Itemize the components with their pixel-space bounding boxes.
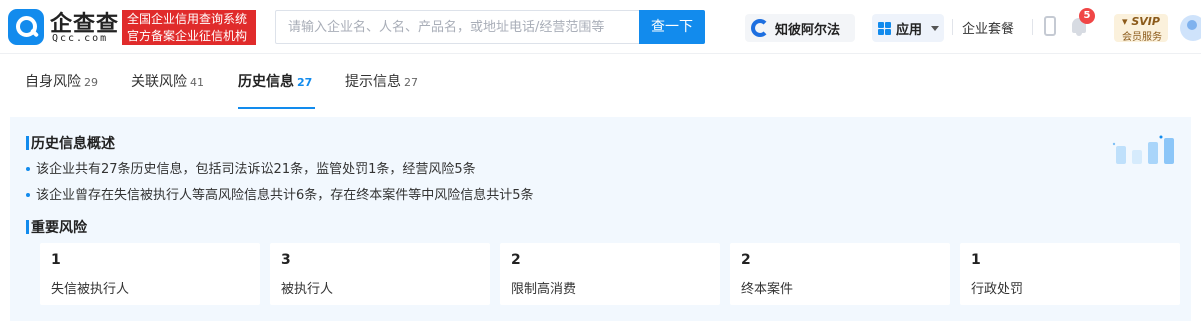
zhibi-alpha-button[interactable]: 知彼阿尔法 bbox=[745, 14, 855, 42]
important-risk-cards: 1 失信被执行人 3 被执行人 2 限制高消费 2 终本案件 1 行政处罚 bbox=[40, 243, 1191, 305]
risk-card-count: 2 bbox=[511, 252, 521, 268]
risk-card-count: 1 bbox=[51, 252, 61, 268]
risk-tabs: 自身风险 29 关联风险 41 历史信息 27 提示信息 27 bbox=[0, 54, 1201, 109]
brand-slogan: 全国企业信用查询系统 官方备案企业征信机构 bbox=[122, 10, 256, 45]
slogan-line-2: 官方备案企业征信机构 bbox=[127, 29, 248, 43]
risk-card-label: 限制高消费 bbox=[511, 282, 577, 297]
bullet-dot-icon bbox=[26, 192, 30, 197]
decorative-illustration-icon bbox=[1112, 135, 1174, 164]
risk-card-terminated-case[interactable]: 2 终本案件 bbox=[730, 243, 950, 305]
apps-menu-button[interactable]: 应用 bbox=[872, 14, 944, 42]
apps-label: 应用 bbox=[896, 23, 923, 38]
risk-card-label: 行政处罚 bbox=[971, 282, 1024, 297]
history-overview-title: 历史信息概述 bbox=[31, 136, 115, 152]
tab-related-risk[interactable]: 关联风险 41 bbox=[131, 71, 204, 91]
risk-card-count: 3 bbox=[281, 252, 291, 268]
search-box: 查一下 bbox=[275, 10, 705, 44]
header-divider bbox=[1032, 19, 1033, 35]
svip-sub-label: 会员服务 bbox=[1122, 32, 1162, 43]
zhibi-label: 知彼阿尔法 bbox=[775, 23, 841, 38]
risk-card-label: 终本案件 bbox=[741, 282, 794, 297]
brand-domain: Qcc.com bbox=[52, 33, 109, 44]
top-header: 企查查 Qcc.com 全国企业信用查询系统 官方备案企业征信机构 查一下 知彼… bbox=[0, 0, 1201, 54]
apps-grid-icon bbox=[878, 22, 891, 35]
tab-count: 29 bbox=[84, 76, 98, 89]
risk-card-dishonest-debtor[interactable]: 1 失信被执行人 bbox=[40, 243, 260, 305]
risk-card-label: 失信被执行人 bbox=[51, 282, 130, 297]
overview-bullet-text: 该企业曾存在失信被执行人等高风险信息共计6条，存在终本案件等中风险信息共计5条 bbox=[36, 188, 534, 203]
notification-count-badge: 5 bbox=[1079, 8, 1095, 24]
tab-self-risk[interactable]: 自身风险 29 bbox=[25, 71, 98, 91]
tab-label: 历史信息 bbox=[238, 74, 294, 90]
search-input[interactable] bbox=[276, 11, 642, 43]
tab-count: 27 bbox=[404, 76, 418, 89]
user-avatar[interactable] bbox=[1180, 15, 1201, 41]
svip-membership-button[interactable]: ▾ SVIP 会员服务 bbox=[1114, 14, 1168, 43]
tab-label: 关联风险 bbox=[131, 74, 187, 90]
risk-card-label: 被执行人 bbox=[281, 282, 334, 297]
mobile-app-icon[interactable] bbox=[1044, 16, 1056, 36]
chevron-down-icon bbox=[931, 26, 939, 31]
risk-card-debtor[interactable]: 3 被执行人 bbox=[270, 243, 490, 305]
overview-bullet: 该企业曾存在失信被执行人等高风险信息共计6条，存在终本案件等中风险信息共计5条 bbox=[26, 184, 534, 203]
tab-history-info[interactable]: 历史信息 27 bbox=[238, 71, 312, 91]
tab-label: 提示信息 bbox=[345, 74, 401, 90]
risk-card-administrative-penalty[interactable]: 1 行政处罚 bbox=[960, 243, 1180, 305]
svip-label: ▾ SVIP bbox=[1122, 15, 1160, 28]
enterprise-package-link[interactable]: 企业套餐 bbox=[962, 18, 1014, 37]
tab-label: 自身风险 bbox=[25, 74, 81, 90]
slogan-line-1: 全国企业信用查询系统 bbox=[127, 12, 248, 26]
section-marker bbox=[26, 136, 29, 150]
tab-count: 27 bbox=[297, 76, 313, 89]
risk-card-consumption-restriction[interactable]: 2 限制高消费 bbox=[500, 243, 720, 305]
tab-hint-info[interactable]: 提示信息 27 bbox=[345, 71, 418, 91]
qcc-logo-icon[interactable] bbox=[8, 9, 44, 45]
section-marker bbox=[26, 220, 29, 234]
important-risk-title: 重要风险 bbox=[31, 220, 87, 236]
header-divider bbox=[952, 19, 953, 35]
tab-count: 41 bbox=[190, 76, 204, 89]
overview-bullet-text: 该企业共有27条历史信息，包括司法诉讼21条，监管处罚1条，经营风险5条 bbox=[36, 162, 476, 177]
active-tab-indicator bbox=[238, 107, 315, 109]
search-button[interactable]: 查一下 bbox=[639, 10, 705, 44]
zhibi-logo-icon bbox=[751, 19, 769, 37]
overview-bullet: 该企业共有27条历史信息，包括司法诉讼21条，监管处罚1条，经营风险5条 bbox=[26, 158, 476, 177]
bullet-dot-icon bbox=[26, 166, 30, 171]
risk-card-count: 1 bbox=[971, 252, 981, 268]
svip-text: SVIP bbox=[1131, 15, 1160, 28]
risk-card-count: 2 bbox=[741, 252, 751, 268]
